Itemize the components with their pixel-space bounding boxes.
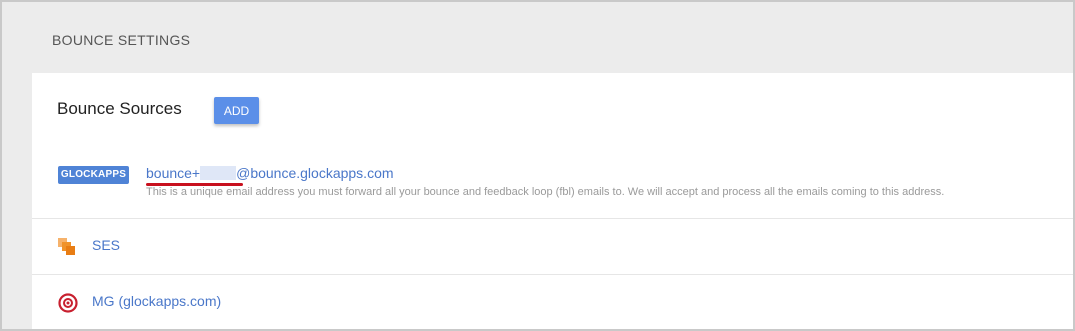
bounce-email-address[interactable]: bounce+ @bounce.glockapps.com	[146, 165, 394, 181]
add-source-button[interactable]: ADD	[214, 97, 259, 124]
bounce-sources-title: Bounce Sources	[57, 99, 182, 118]
aws-ses-icon	[58, 238, 76, 256]
mailgun-icon	[58, 293, 78, 313]
source-label-ses[interactable]: SES	[92, 237, 120, 253]
source-row-mailgun[interactable]: MG (glockapps.com)	[32, 275, 1073, 329]
bounce-email-description: This is a unique email address you must …	[146, 186, 945, 198]
section-title: BOUNCE SETTINGS	[52, 32, 191, 48]
email-prefix: bounce+	[146, 165, 201, 181]
source-label-mailgun[interactable]: MG (glockapps.com)	[92, 293, 221, 309]
bounce-email-link[interactable]: bounce+ @bounce.glockapps.com	[146, 165, 394, 181]
bounce-sources-card: Bounce Sources ADD GLOCKAPPS bounce+ @bou…	[32, 73, 1073, 329]
redacted-email-token	[200, 166, 237, 180]
glockapps-badge: GLOCKAPPS	[58, 166, 129, 184]
bounce-settings-panel: BOUNCE SETTINGS Bounce Sources ADD GLOCK…	[0, 0, 1075, 331]
source-row-ses[interactable]: SES	[32, 219, 1073, 274]
email-suffix: @bounce.glockapps.com	[236, 165, 394, 181]
